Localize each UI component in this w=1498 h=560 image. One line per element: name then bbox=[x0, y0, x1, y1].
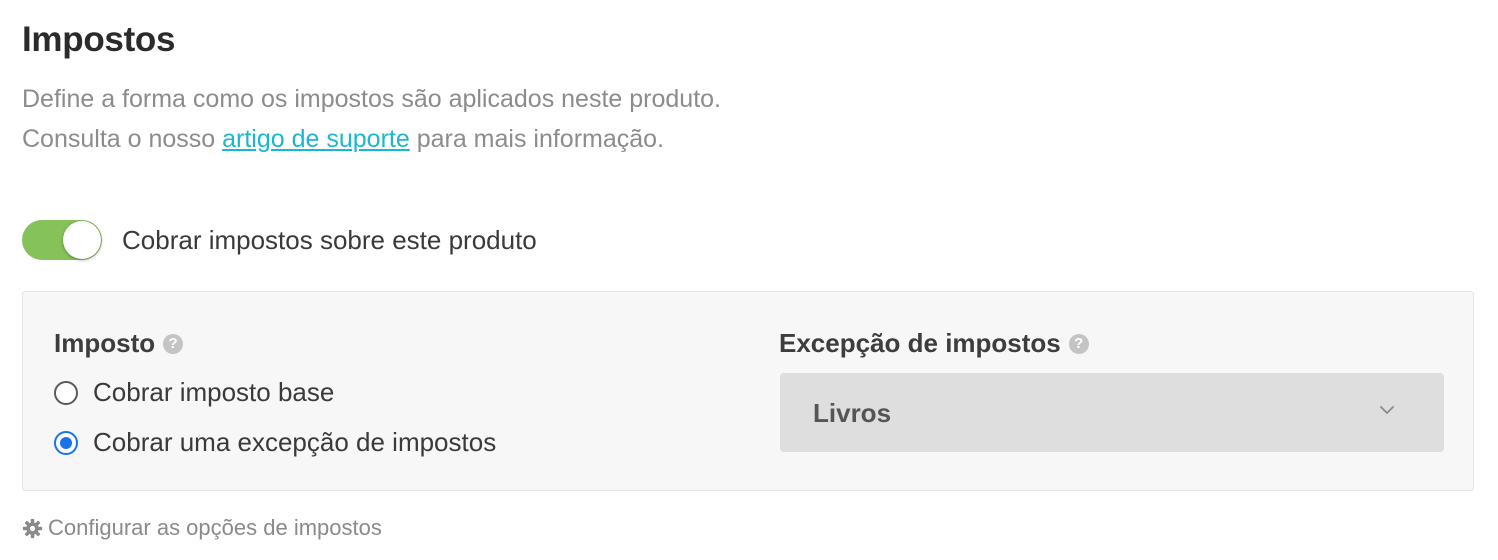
chevron-down-icon bbox=[1380, 406, 1394, 414]
tax-exception-label-text: Excepção de impostos bbox=[779, 328, 1061, 358]
charge-taxes-toggle[interactable] bbox=[22, 220, 102, 260]
tax-label-text: Imposto bbox=[54, 328, 156, 358]
radio-button-base-tax[interactable] bbox=[54, 380, 78, 405]
toggle-knob bbox=[63, 221, 101, 259]
charge-taxes-label: Cobrar impostos sobre este produto bbox=[122, 224, 537, 255]
question-circle-icon[interactable]: ? bbox=[1068, 333, 1089, 354]
question-circle-icon[interactable]: ? bbox=[163, 333, 184, 354]
radio-button-tax-exception[interactable] bbox=[54, 430, 78, 455]
radio-option-base-tax[interactable]: Cobrar imposto base bbox=[54, 377, 334, 408]
radio-option-tax-exception[interactable]: Cobrar uma excepção de impostos bbox=[54, 427, 496, 458]
charge-taxes-toggle-row: Cobrar impostos sobre este produto bbox=[22, 219, 537, 261]
configure-tax-options-link[interactable]: Configurar as opções de impostos bbox=[22, 515, 382, 541]
radio-label-tax-exception: Cobrar uma excepção de impostos bbox=[93, 427, 497, 457]
page-title: Impostos bbox=[22, 20, 176, 59]
description-text-before: Consulta o nosso bbox=[22, 125, 223, 153]
description-line-2: Consulta o nosso artigo de suporte para … bbox=[22, 125, 664, 154]
tax-exception-selected-value: Livros bbox=[813, 398, 892, 428]
tax-exception-select[interactable]: Livros bbox=[780, 373, 1444, 452]
support-article-link[interactable]: artigo de suporte bbox=[222, 125, 410, 153]
tax-field-label: Imposto ? bbox=[54, 328, 184, 359]
tax-settings-panel: Imposto ? Cobrar imposto base Cobrar uma… bbox=[22, 291, 1474, 491]
description-line-1: Define a forma como os impostos são apli… bbox=[22, 85, 721, 113]
gear-icon bbox=[22, 518, 43, 538]
configure-tax-options-label: Configurar as opções de impostos bbox=[48, 515, 382, 540]
tax-exception-field-label: Excepção de impostos ? bbox=[779, 328, 1089, 359]
radio-label-base-tax: Cobrar imposto base bbox=[93, 377, 335, 407]
description-text-after: para mais informação. bbox=[409, 125, 665, 153]
